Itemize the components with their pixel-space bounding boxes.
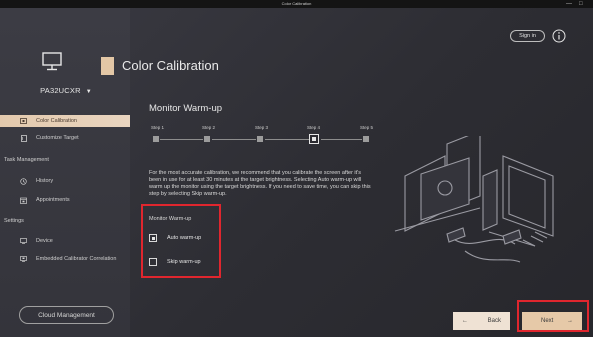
arrow-left-icon: ←	[462, 318, 468, 324]
step-marker-2	[204, 136, 210, 142]
arrow-right-icon: →	[567, 318, 573, 324]
sidebar-item-label: Color Calibration	[36, 118, 77, 124]
section-settings: Settings	[4, 218, 24, 224]
title-accent-bar	[101, 57, 114, 75]
step-heading: Monitor Warm-up	[149, 103, 223, 114]
step-connector	[212, 139, 256, 140]
step-marker-5	[363, 136, 369, 142]
step-label: Step 5	[360, 125, 374, 130]
sidebar-item-embedded-calibrator[interactable]: Embedded Calibrator Correlation	[0, 253, 130, 265]
step-label: Step 4	[307, 125, 321, 130]
chevron-down-icon: ▼	[85, 89, 92, 95]
app-window: PA32UCXR ▼ Color Calibration Customize Ta…	[0, 8, 593, 337]
step-label: Step 2	[202, 125, 216, 130]
document-icon	[20, 134, 27, 142]
step-connector	[160, 139, 203, 140]
minimize-button[interactable]: —	[566, 0, 572, 8]
next-label: Next	[541, 318, 554, 324]
step-label: Step 1	[151, 125, 165, 130]
sidebar-item-label: Appointments	[36, 197, 70, 203]
calibrator-icon	[20, 256, 27, 262]
sidebar-item-label: Customize Target	[36, 135, 79, 141]
cloud-management-button[interactable]: Cloud Management	[19, 306, 114, 324]
maximize-button[interactable]: □	[579, 0, 583, 8]
sidebar-item-label: History	[36, 178, 54, 184]
step-marker-1	[153, 136, 159, 142]
window-title: Color Calibration	[281, 1, 312, 6]
step-connector	[265, 139, 309, 140]
info-icon[interactable]	[552, 29, 566, 43]
title-bar: Color Calibration — □	[0, 0, 593, 8]
sign-in-button[interactable]: Sign in	[510, 30, 545, 42]
calendar-icon	[20, 197, 27, 204]
sidebar-item-label: Device	[36, 238, 53, 244]
sidebar-item-customize-target[interactable]: Customize Target	[0, 132, 130, 144]
sidebar-item-history[interactable]: History	[0, 175, 130, 187]
sidebar-item-device[interactable]: Device	[0, 235, 130, 247]
next-button[interactable]: Next →	[522, 312, 582, 330]
sidebar-item-label: Embedded Calibrator Correlation	[36, 256, 117, 262]
display-icon	[20, 238, 27, 244]
back-button[interactable]: ← Back	[453, 312, 510, 330]
monitor-calibration-icon	[20, 118, 27, 124]
sidebar-item-appointments[interactable]: Appointments	[0, 194, 130, 206]
step-connector	[321, 139, 362, 140]
back-label: Back	[487, 318, 501, 324]
highlight-warmup-options	[141, 204, 221, 278]
warmup-description: For the most accurate calibration, we re…	[149, 170, 371, 197]
step-label: Step 3	[255, 125, 269, 130]
section-task-management: Task Management	[4, 157, 49, 163]
sidebar-item-color-calibration[interactable]: Color Calibration	[0, 115, 130, 127]
model-name: PA32UCXR	[40, 86, 81, 95]
page-title: Color Calibration	[122, 58, 219, 73]
step-marker-3	[257, 136, 263, 142]
step-marker-4-current	[309, 134, 319, 144]
history-icon	[20, 177, 27, 185]
monitor-icon	[42, 52, 62, 71]
model-selector[interactable]: PA32UCXR ▼	[16, 86, 116, 95]
calibration-illustration	[394, 136, 554, 263]
